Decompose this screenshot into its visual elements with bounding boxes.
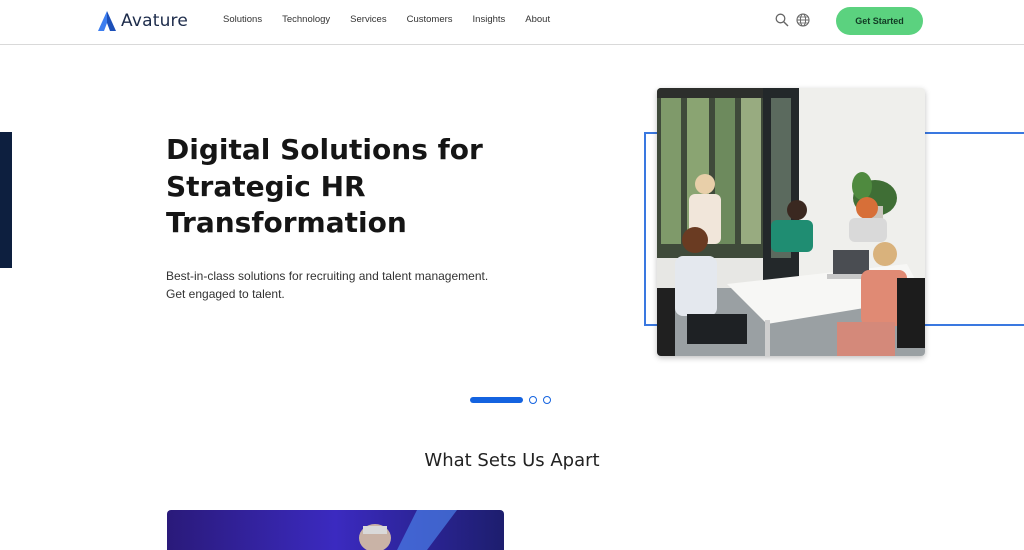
hero-subtitle: Best-in-class solutions for recruiting a… [166, 268, 526, 303]
left-decorative-block [0, 132, 12, 268]
globe-icon[interactable] [796, 13, 810, 27]
nav-about[interactable]: About [525, 14, 550, 25]
get-started-button[interactable]: Get Started [836, 7, 923, 35]
avature-logo-icon [98, 11, 116, 31]
nav-customers[interactable]: Customers [407, 14, 453, 25]
main-nav: Solutions Technology Services Customers … [223, 14, 550, 25]
nav-services[interactable]: Services [350, 14, 386, 25]
hero-subtitle-line: Get engaged to talent. [166, 286, 285, 301]
hero-title-line: Transformation [166, 206, 407, 239]
site-header: Avature Solutions Technology Services Cu… [0, 0, 1024, 45]
carousel-dot[interactable] [543, 396, 551, 404]
hero-subtitle-line: Best-in-class solutions for recruiting a… [166, 269, 489, 283]
carousel-indicators [470, 396, 551, 404]
nav-solutions[interactable]: Solutions [223, 14, 262, 25]
hero-title-line: Strategic HR [166, 169, 366, 203]
carousel-dot[interactable] [529, 396, 537, 404]
search-icon[interactable] [775, 13, 789, 27]
brand-name: Avature [121, 11, 189, 31]
section-title: What Sets Us Apart [424, 450, 600, 471]
speaker-photo [167, 510, 504, 550]
section-image [167, 510, 504, 550]
hero-image [657, 88, 925, 356]
hero-title-line: Digital Solutions for [166, 133, 483, 166]
nav-technology[interactable]: Technology [282, 14, 330, 25]
brand-logo[interactable]: Avature [98, 9, 188, 33]
meeting-photo [657, 88, 925, 356]
hero-title: Digital Solutions for Strategic HR Trans… [166, 132, 546, 242]
nav-insights[interactable]: Insights [473, 14, 506, 25]
carousel-dot-active[interactable] [470, 397, 523, 403]
